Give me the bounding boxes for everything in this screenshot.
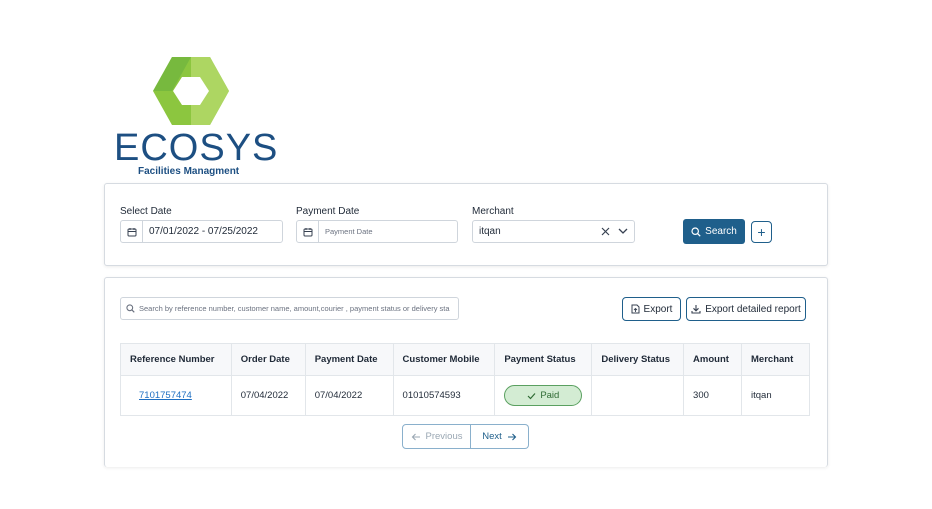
column-header[interactable]: Order Date bbox=[230, 343, 306, 376]
payment-date-field[interactable]: Payment Date bbox=[296, 220, 458, 243]
logo-wordmark: ECOSYS bbox=[114, 127, 279, 169]
export-button[interactable]: Export bbox=[622, 297, 681, 321]
search-button[interactable]: Search bbox=[683, 219, 745, 244]
column-header[interactable]: Payment Status bbox=[494, 343, 593, 376]
merchant-value: itqan bbox=[479, 226, 501, 237]
download-icon bbox=[691, 305, 701, 314]
payment-date-label: Payment Date bbox=[296, 206, 360, 217]
search-icon bbox=[126, 304, 135, 313]
customer-mobile-cell: 01010574593 bbox=[392, 375, 496, 416]
transactions-table: Reference Number Order Date Payment Date… bbox=[120, 343, 810, 416]
delivery-status-cell bbox=[591, 375, 685, 416]
arrow-right-icon bbox=[507, 433, 517, 440]
company-logo: ECOSYS Facilities Managment bbox=[110, 55, 280, 180]
hexagon-logo-icon bbox=[153, 57, 229, 125]
column-header[interactable]: Delivery Status bbox=[591, 343, 685, 376]
amount-cell: 300 bbox=[683, 375, 743, 416]
column-header[interactable]: Customer Mobile bbox=[392, 343, 496, 376]
file-export-icon bbox=[631, 304, 640, 314]
reference-cell: 7101757474 bbox=[120, 375, 232, 416]
paid-status-badge: Paid bbox=[504, 385, 583, 406]
arrow-left-icon bbox=[411, 433, 420, 440]
payment-status-label: Paid bbox=[540, 390, 560, 401]
search-button-label: Search bbox=[705, 226, 737, 237]
payment-date-placeholder: Payment Date bbox=[325, 227, 373, 236]
calendar-icon bbox=[121, 221, 143, 242]
column-header[interactable]: Merchant bbox=[741, 343, 810, 376]
payment-status-cell: Paid bbox=[494, 375, 593, 416]
table-search-placeholder: Search by reference number, customer nam… bbox=[139, 304, 450, 313]
export-button-label: Export bbox=[643, 303, 673, 315]
previous-page-button[interactable]: Previous bbox=[402, 424, 471, 449]
table-search-input[interactable]: Search by reference number, customer nam… bbox=[120, 297, 459, 320]
calendar-icon bbox=[297, 221, 319, 242]
export-detailed-label: Export detailed report bbox=[705, 303, 801, 315]
search-icon bbox=[691, 226, 701, 237]
next-label: Next bbox=[482, 431, 502, 442]
table-header-row: Reference Number Order Date Payment Date… bbox=[120, 343, 810, 376]
merchant-label: Merchant bbox=[472, 206, 514, 217]
column-header[interactable]: Reference Number bbox=[120, 343, 232, 376]
select-date-value: 07/01/2022 - 07/25/2022 bbox=[149, 226, 258, 237]
next-page-button[interactable]: Next bbox=[471, 424, 529, 449]
payment-date-cell: 07/04/2022 bbox=[304, 375, 394, 416]
plus-icon: + bbox=[757, 224, 766, 240]
merchant-select[interactable]: itqan bbox=[472, 220, 635, 243]
select-date-field[interactable]: 07/01/2022 - 07/25/2022 bbox=[120, 220, 283, 243]
page: ECOSYS Facilities Managment Select Date … bbox=[0, 0, 932, 509]
clear-icon[interactable] bbox=[601, 227, 610, 236]
select-date-label: Select Date bbox=[120, 206, 172, 217]
export-detailed-report-button[interactable]: Export detailed report bbox=[686, 297, 806, 321]
pagination: Previous Next bbox=[402, 424, 529, 449]
column-header[interactable]: Amount bbox=[683, 343, 743, 376]
table-row: 7101757474 07/04/2022 07/04/2022 0101057… bbox=[120, 375, 810, 416]
order-date-cell: 07/04/2022 bbox=[230, 375, 306, 416]
logo-subtitle: Facilities Managment bbox=[138, 166, 240, 177]
check-icon bbox=[527, 392, 536, 399]
add-filter-button[interactable]: + bbox=[751, 221, 772, 243]
reference-number-link[interactable]: 7101757474 bbox=[139, 390, 192, 401]
previous-label: Previous bbox=[425, 431, 463, 442]
merchant-cell: itqan bbox=[741, 375, 810, 416]
column-header[interactable]: Payment Date bbox=[304, 343, 394, 376]
chevron-down-icon[interactable] bbox=[618, 228, 628, 235]
